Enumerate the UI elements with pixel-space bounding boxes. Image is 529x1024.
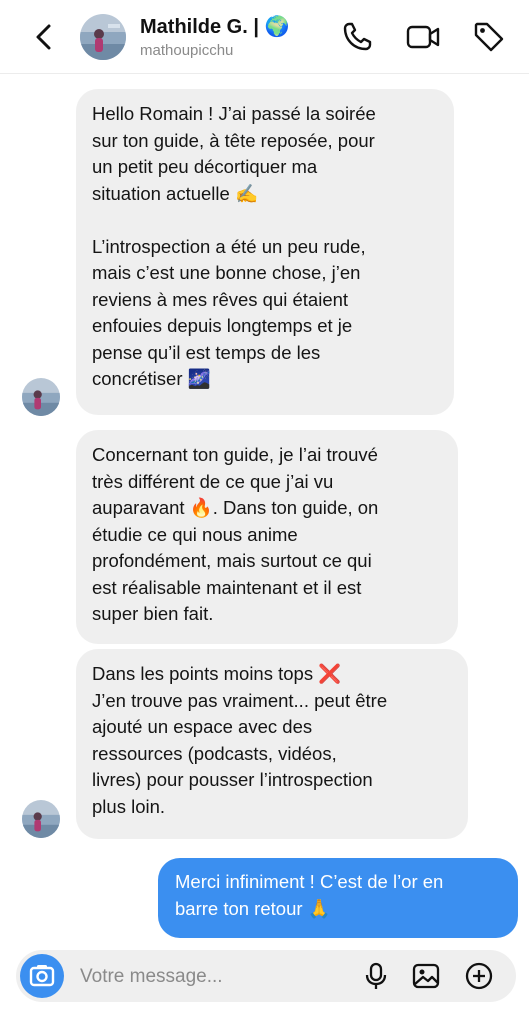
chat-header: Mathilde G. | 🌍 mathoupicchu bbox=[0, 0, 529, 74]
contact-username: mathoupicchu bbox=[140, 42, 234, 59]
add-icon[interactable] bbox=[464, 961, 494, 991]
message-bubble-outgoing[interactable]: Merci infiniment ! C’est de l’or en barr… bbox=[158, 858, 518, 938]
video-camera-icon[interactable] bbox=[404, 18, 442, 56]
message-thread: Hello Romain ! J’ai passé la soirée sur … bbox=[0, 74, 529, 948]
sender-avatar bbox=[22, 800, 60, 838]
contact-name[interactable]: Mathilde G. | 🌍 bbox=[140, 14, 289, 39]
message-input[interactable] bbox=[78, 960, 352, 994]
camera-icon[interactable] bbox=[20, 954, 64, 998]
phone-icon[interactable] bbox=[338, 18, 376, 56]
back-chevron-icon[interactable] bbox=[28, 20, 58, 54]
message-composer bbox=[16, 950, 516, 1002]
message-bubble-incoming[interactable]: Dans les points moins tops ❌ J’en trouve… bbox=[76, 649, 468, 839]
microphone-icon[interactable] bbox=[361, 961, 391, 991]
message-bubble-incoming[interactable]: Hello Romain ! J’ai passé la soirée sur … bbox=[76, 89, 454, 415]
tag-icon[interactable] bbox=[470, 18, 508, 56]
contact-avatar[interactable] bbox=[80, 14, 126, 60]
image-icon[interactable] bbox=[411, 961, 441, 991]
message-bubble-incoming[interactable]: Concernant ton guide, je l’ai trouvé trè… bbox=[76, 430, 458, 644]
sender-avatar bbox=[22, 378, 60, 416]
